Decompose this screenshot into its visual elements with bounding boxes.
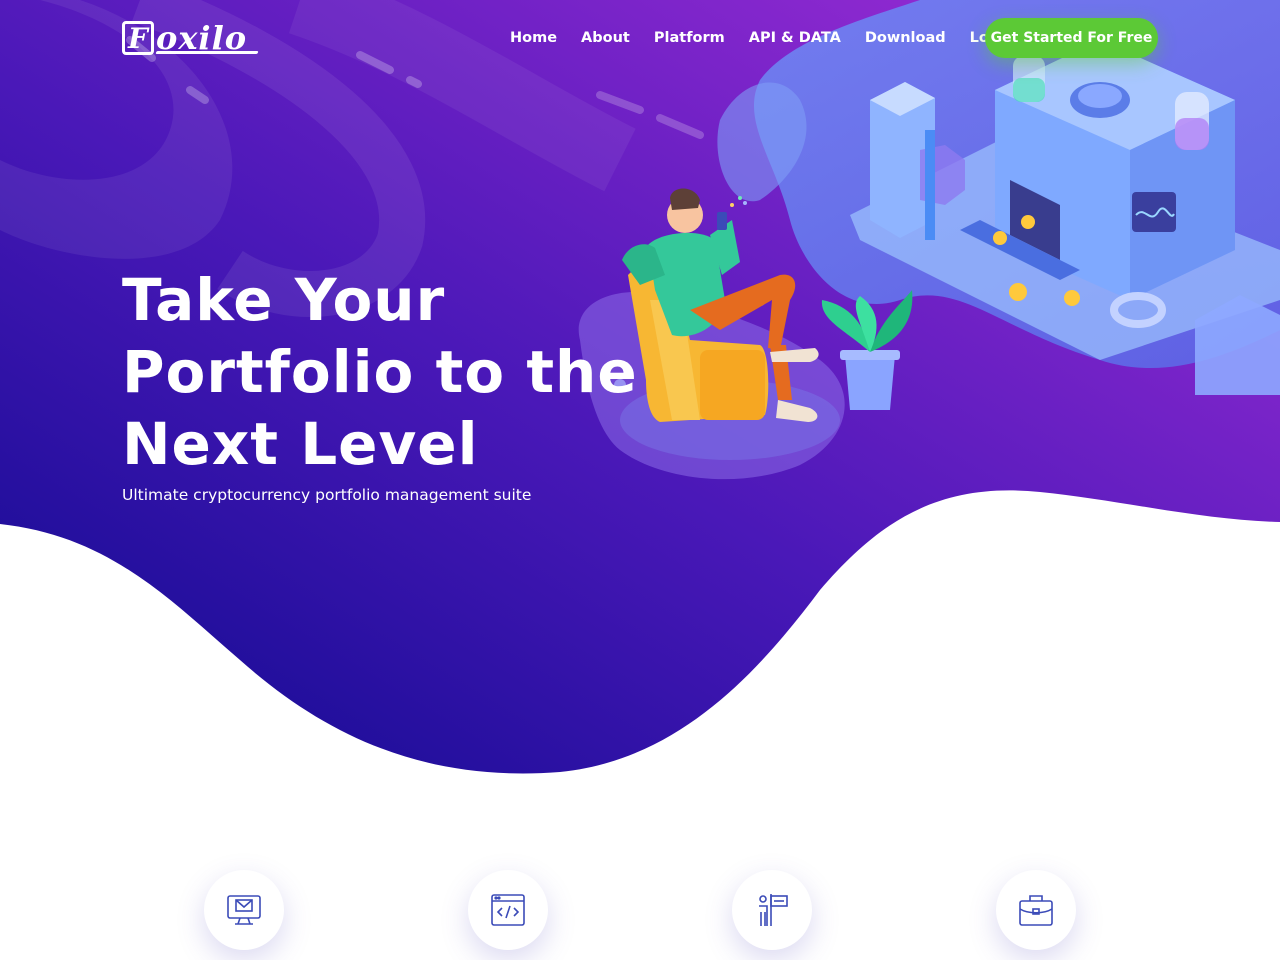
nav-link-platform[interactable]: Platform bbox=[642, 26, 737, 50]
hero-title-line-3: Next Level bbox=[122, 410, 479, 478]
top-navbar: F oxilo Home About Platform API & DATA D… bbox=[0, 0, 1280, 76]
hero-title-line-2: Portfolio to the bbox=[122, 338, 638, 406]
potted-plant bbox=[821, 290, 913, 410]
brand-logo[interactable]: F oxilo bbox=[122, 18, 259, 58]
nav-link-home[interactable]: Home bbox=[498, 26, 569, 50]
presenter-board-icon bbox=[759, 894, 788, 926]
hero-subtitle: Ultimate cryptocurrency portfolio manage… bbox=[122, 486, 532, 504]
nav-link-api-data[interactable]: API & DATA bbox=[737, 26, 853, 50]
isometric-machine bbox=[850, 40, 1280, 395]
feature-card-presenter[interactable] bbox=[732, 870, 812, 950]
logo-underline bbox=[155, 51, 259, 54]
nav-link-download[interactable]: Download bbox=[853, 26, 958, 50]
feature-card-briefcase[interactable] bbox=[996, 870, 1076, 950]
hero-title: Take Your Portfolio to the Next Level bbox=[122, 264, 638, 480]
main-menu: Home About Platform API & DATA Download … bbox=[498, 26, 1027, 50]
nav-link-about[interactable]: About bbox=[569, 26, 642, 50]
monitor-mail-icon bbox=[227, 895, 261, 925]
hero-title-line-1: Take Your bbox=[122, 266, 446, 334]
logo-monogram: F bbox=[122, 21, 154, 55]
feature-icons-row bbox=[0, 870, 1280, 960]
code-window-icon bbox=[491, 894, 525, 926]
feature-card-monitor[interactable] bbox=[204, 870, 284, 950]
briefcase-icon bbox=[1019, 895, 1053, 926]
feature-card-code[interactable] bbox=[468, 870, 548, 950]
get-started-button[interactable]: Get Started For Free bbox=[985, 18, 1158, 58]
